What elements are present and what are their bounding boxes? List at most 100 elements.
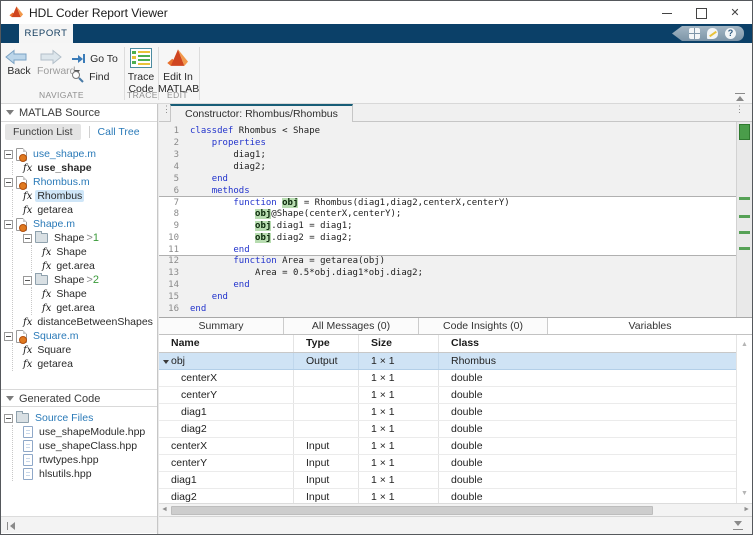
tab-all-messages-0[interactable]: All Messages (0) (284, 318, 419, 334)
tree-item-shape[interactable]: fx Shape (42, 287, 157, 301)
trace-marker (739, 197, 750, 200)
collapse-panel-left-icon[interactable] (7, 522, 16, 530)
code-token: diag2; (190, 162, 266, 172)
tree-item-square-m[interactable]: Square.m (4, 329, 157, 344)
code-line-15: 15 end (159, 291, 736, 303)
var-row-diag2[interactable]: diag2 1 × 1 double (159, 421, 736, 438)
table-scroll-gutter: ▲ ▼ (736, 335, 752, 503)
var-size: 1 × 1 (359, 421, 439, 437)
tree-item-rtwtypes-hpp[interactable]: rtwtypes.hpp (23, 453, 157, 467)
tab-overflow-menu-icon[interactable]: ⋮ (735, 105, 744, 114)
keyword: methods (211, 186, 250, 196)
tree-item-get-area[interactable]: fx get.area (42, 259, 157, 273)
var-row-diag2[interactable]: diag2 Input 1 × 1 double (159, 489, 736, 503)
tree-item-shape[interactable]: fx Shape (42, 245, 157, 259)
tree-item-use-shapeclass-hpp[interactable]: use_shapeClass.hpp (23, 439, 157, 453)
tree-expander-icon (4, 413, 13, 423)
tree-item-square[interactable]: fx Square (23, 343, 157, 357)
var-row-centery[interactable]: centerY Input 1 × 1 double (159, 455, 736, 472)
tree-expander-icon (4, 219, 13, 229)
tree-item-shape-1[interactable]: Shape > 1 (23, 231, 157, 245)
var-row-centerx[interactable]: centerX Input 1 × 1 double (159, 438, 736, 455)
feedback-icon[interactable] (707, 28, 718, 39)
tree-item-rhombus-m[interactable]: Rhombus.m (4, 175, 157, 190)
editor-tab-constructor[interactable]: Constructor: Rhombus/Rhombus (170, 104, 353, 122)
tab-function-list[interactable]: Function List (5, 124, 81, 140)
var-row-diag1[interactable]: diag1 1 × 1 double (159, 404, 736, 421)
edit-in-matlab-button[interactable]: Edit In MATLAB (155, 48, 201, 95)
minimize-button[interactable] (650, 1, 684, 24)
collapse-panel-down-icon[interactable] (732, 521, 744, 530)
keyword: classdef (190, 126, 234, 136)
keyword: function (233, 198, 277, 208)
collapse-ribbon-icon[interactable] (734, 93, 746, 102)
var-type: Output (294, 353, 359, 369)
layout-grid-icon[interactable] (689, 28, 700, 39)
var-class: double (451, 389, 483, 401)
scrollbar-thumb[interactable] (171, 506, 653, 515)
help-icon[interactable] (725, 28, 736, 39)
tab-variables[interactable]: Variables (548, 318, 752, 334)
tree-item-source-files[interactable]: Source Files (4, 411, 157, 425)
column-header-name: Name (159, 335, 294, 352)
matlab-source-header[interactable]: MATLAB Source (1, 104, 157, 122)
code-line-8: 8 obj@Shape(centerX,centerY); (159, 208, 736, 220)
tab-call-tree[interactable]: Call Tree (98, 126, 140, 138)
scroll-right-icon[interactable]: ► (743, 506, 750, 513)
tree-item-shape-m[interactable]: Shape.m (4, 217, 157, 232)
var-row-centery[interactable]: centerY 1 × 1 double (159, 387, 736, 404)
trace-highlight-obj[interactable]: obj (282, 198, 299, 208)
ribbon-tab-report[interactable]: REPORT (19, 24, 73, 43)
var-name: centerX (159, 438, 294, 454)
var-name-text: diag2 (171, 491, 197, 503)
tree-item-rhombus[interactable]: fx Rhombus (23, 189, 157, 203)
back-button[interactable]: Back (5, 49, 33, 77)
close-button[interactable] (718, 1, 752, 24)
trace-highlight-obj[interactable]: obj (255, 233, 272, 243)
code-line-5: 5 end (159, 173, 736, 185)
var-class: double (451, 491, 483, 503)
tree-item-hlsutils-hpp[interactable]: hlsutils.hpp (23, 467, 157, 481)
code-token: Area = getarea(obj) (276, 256, 386, 266)
table-header-row: Name Type Size Class (159, 335, 736, 353)
document-icon (23, 454, 33, 466)
generated-code-header[interactable]: Generated Code (1, 389, 157, 407)
var-type: Input (294, 455, 359, 471)
scroll-up-icon[interactable]: ▲ (737, 341, 752, 348)
tree-item-use-shape[interactable]: fx use_shape (23, 161, 157, 175)
tree-item-getarea[interactable]: fx getarea (23, 203, 157, 217)
tree-item-get-area[interactable]: fx get.area (42, 301, 157, 315)
var-row-centerx[interactable]: centerX 1 × 1 double (159, 370, 736, 387)
tab-summary[interactable]: Summary (159, 318, 284, 334)
matlab-file-icon (16, 329, 27, 344)
keyword: properties (211, 138, 266, 148)
tree-item-shape-2[interactable]: Shape > 2 (23, 273, 157, 287)
find-button[interactable]: Find (71, 70, 117, 83)
tree-item-use-shape-m[interactable]: use_shape.m (4, 147, 157, 162)
tree-item-label: hlsutils.hpp (39, 468, 92, 480)
trace-highlight-obj[interactable]: obj (255, 209, 272, 219)
var-name-text: centerY (181, 389, 218, 401)
var-row-diag1[interactable]: diag1 Input 1 × 1 double (159, 472, 736, 489)
tab-strip-handle-icon[interactable]: ⋮ (162, 105, 171, 119)
tree-item-distancebetweenshapes[interactable]: fx distanceBetweenShapes (23, 315, 157, 329)
tree-item-label: get.area (56, 260, 95, 272)
scroll-down-icon[interactable]: ▼ (737, 490, 752, 497)
horizontal-scrollbar[interactable]: ◄ ► (159, 503, 752, 516)
forward-button[interactable]: Forward (35, 49, 76, 77)
tree-item-use-shapemodule-hpp[interactable]: use_shapeModule.hpp (23, 425, 157, 439)
tree-item-getarea[interactable]: fx getarea (23, 357, 157, 371)
code-line-13: 13 Area = 0.5*obj.diag1*obj.diag2; (159, 267, 736, 279)
trace-highlight-obj[interactable]: obj (255, 221, 272, 231)
line-number: 14 (168, 280, 179, 290)
keyword: end (211, 174, 228, 184)
trace-annotation-bar[interactable] (736, 122, 752, 317)
var-size: 1 × 1 (359, 438, 439, 454)
code-text: properties (179, 137, 266, 149)
var-row-obj[interactable]: obj Output 1 × 1 Rhombus (159, 353, 736, 370)
scroll-left-icon[interactable]: ◄ (161, 506, 168, 513)
keyword: end (211, 292, 228, 302)
tree-children: fx Rhombus fx getarea (12, 189, 157, 217)
maximize-button[interactable] (684, 1, 718, 24)
tab-code-insights-0[interactable]: Code Insights (0) (419, 318, 548, 334)
